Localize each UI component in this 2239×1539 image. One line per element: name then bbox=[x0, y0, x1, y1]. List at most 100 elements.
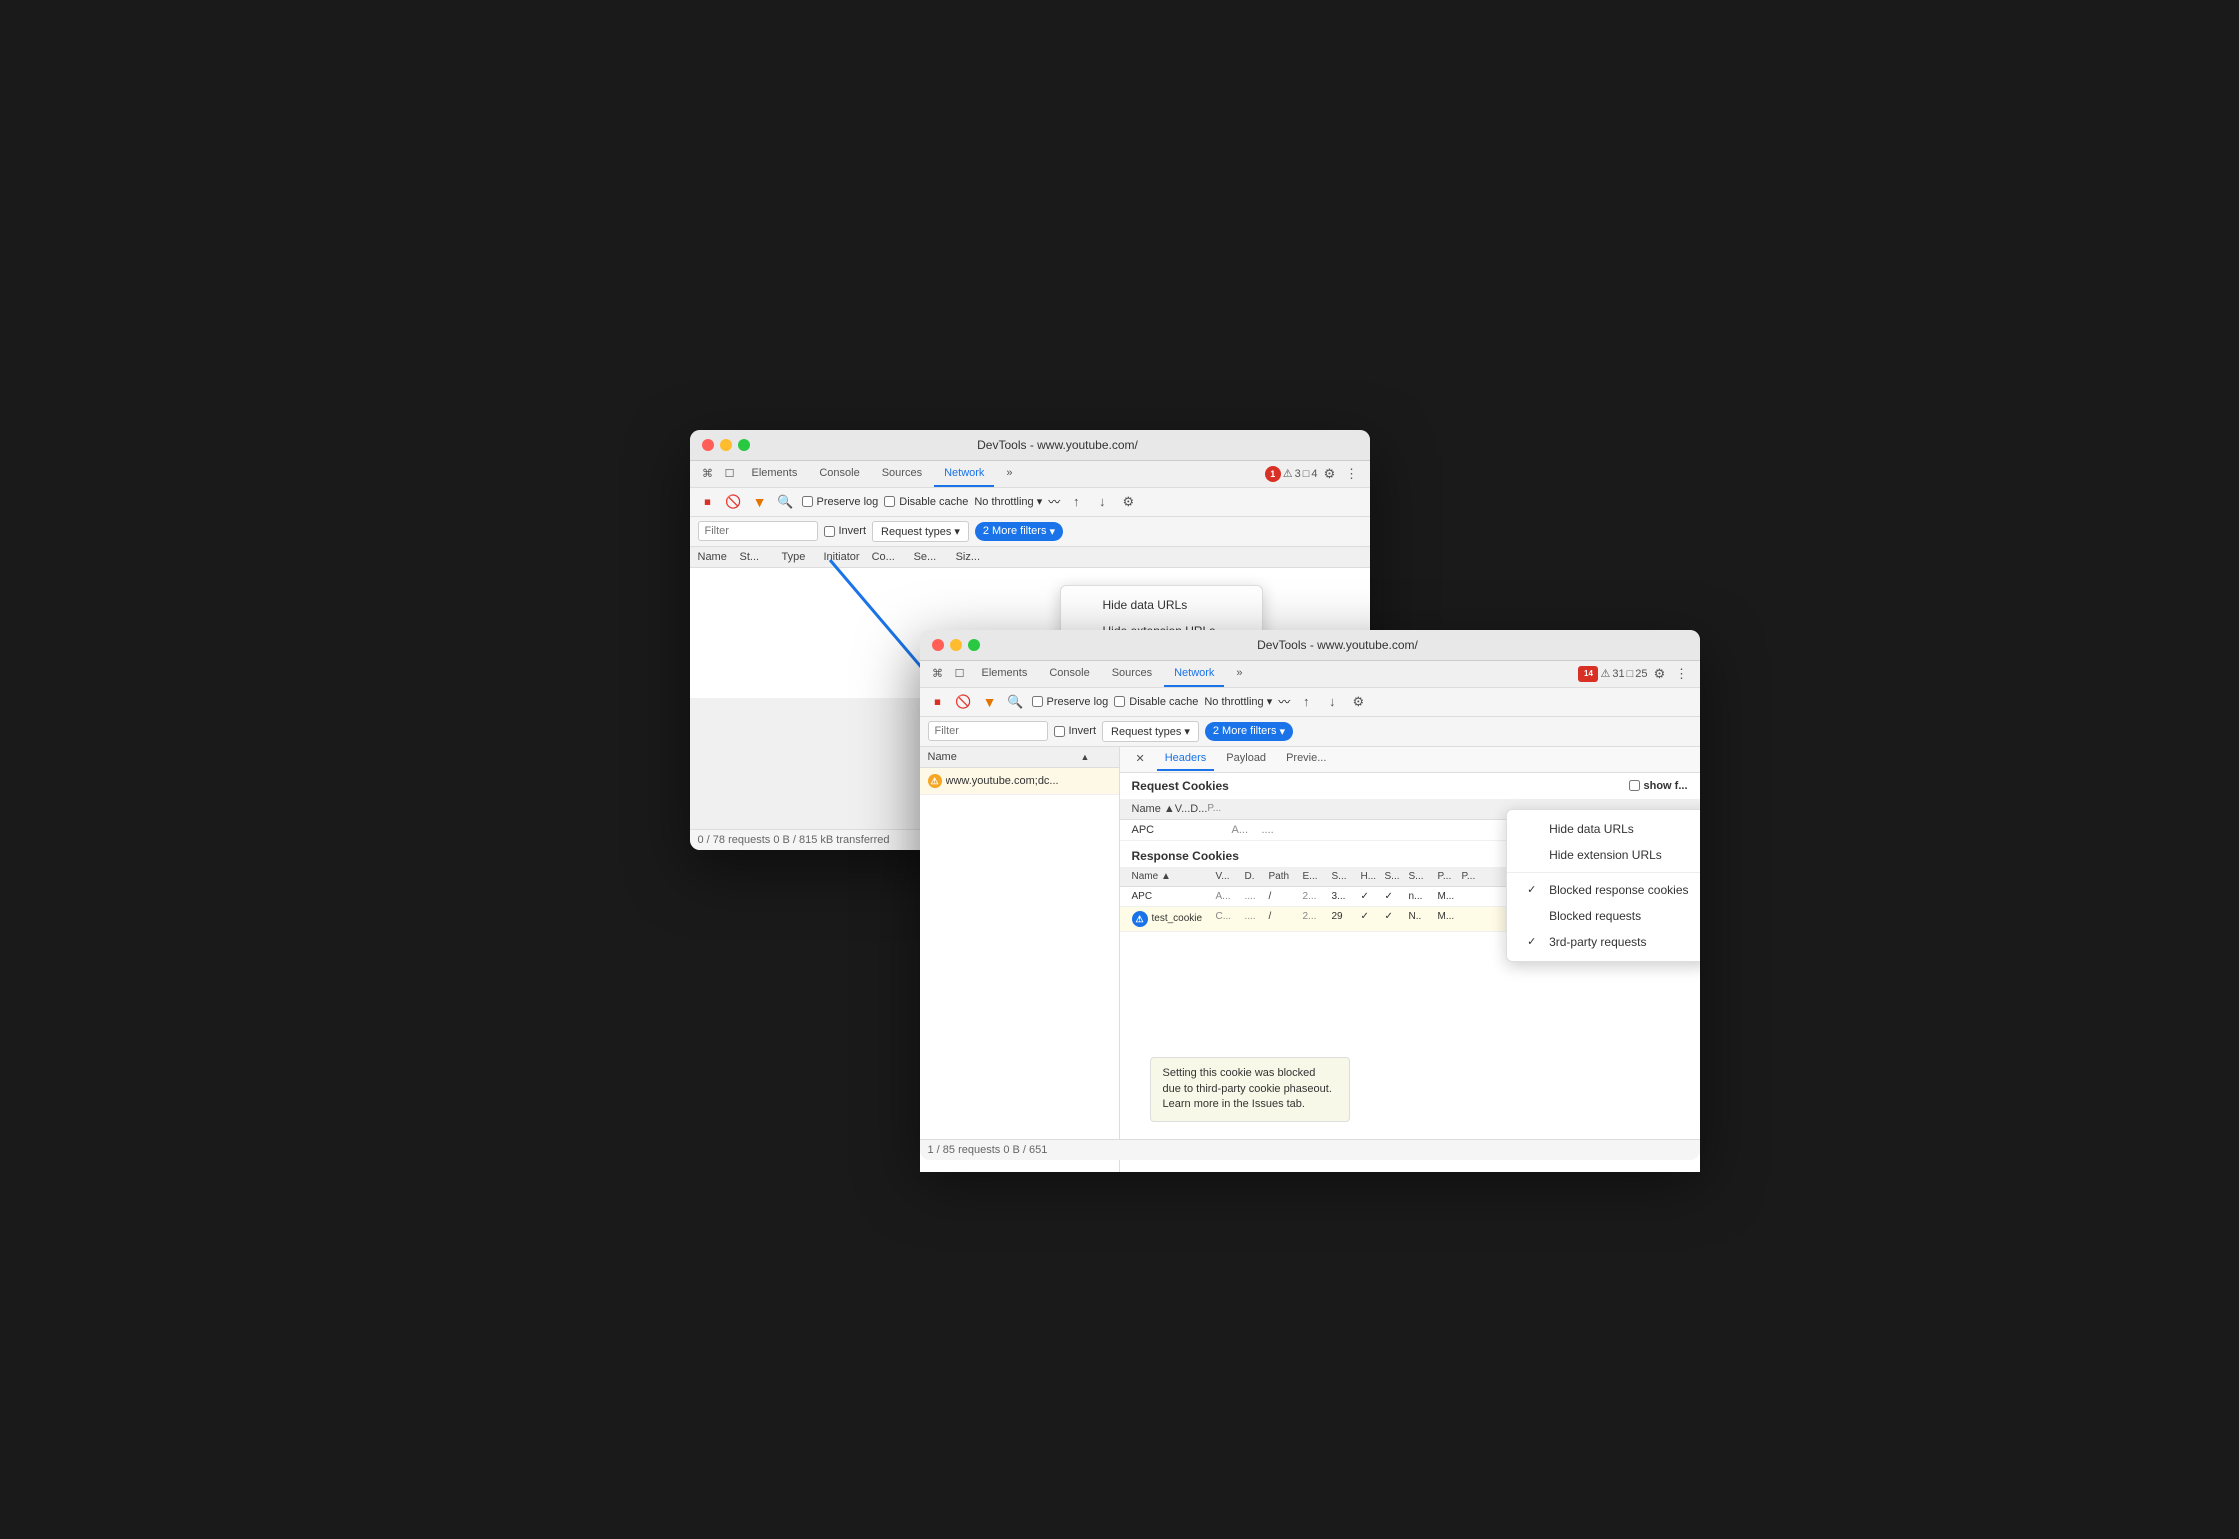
tab-network-front[interactable]: Network bbox=[1164, 661, 1224, 687]
panel-tab-payload[interactable]: Payload bbox=[1218, 747, 1274, 771]
warning-count-back: ⚠ 3 bbox=[1283, 467, 1301, 480]
panel-tab-close[interactable]: ✕ bbox=[1128, 747, 1153, 772]
settings-toolbar-back[interactable]: ⚙ bbox=[1118, 492, 1138, 512]
invert-checkbox-front[interactable]: Invert bbox=[1054, 725, 1097, 737]
more-icon-back[interactable]: ⋮ bbox=[1342, 464, 1362, 484]
tab-bar-back: ⌘ ☐ Elements Console Sources Network » 1… bbox=[690, 461, 1370, 488]
error-badge-back: 1 bbox=[1265, 466, 1281, 482]
warning-count-front: ⚠ 31 bbox=[1600, 667, 1624, 680]
tab-bar-front: ⌘ ☐ Elements Console Sources Network » 1… bbox=[920, 661, 1700, 688]
show-filtered-input[interactable] bbox=[1629, 780, 1640, 791]
tab-network-back[interactable]: Network bbox=[934, 461, 994, 487]
devtools-window-front: DevTools - www.youtube.com/ ⌘ ☐ Elements… bbox=[920, 630, 1700, 1160]
filter-input-back[interactable] bbox=[698, 521, 818, 541]
tab-console-back[interactable]: Console bbox=[809, 461, 869, 487]
device-tool-icon[interactable]: ☐ bbox=[720, 464, 740, 484]
panel-tab-headers[interactable]: Headers bbox=[1157, 747, 1215, 771]
menu-blocked-response-front[interactable]: ✓ Blocked response cookies bbox=[1507, 877, 1699, 903]
filter-bar-front: Invert Request types ▾ 2 More filters ▾ bbox=[920, 717, 1700, 747]
issue-count-front: □ 25 bbox=[1627, 668, 1648, 680]
request-types-button-back[interactable]: Request types ▾ bbox=[872, 521, 969, 542]
disable-cache-checkbox-back[interactable]: Disable cache bbox=[884, 496, 968, 508]
download-button-front[interactable]: ↓ bbox=[1322, 692, 1342, 712]
preserve-log-checkbox-back[interactable]: Preserve log bbox=[802, 496, 879, 508]
request-cookies-header: Request Cookies show f... bbox=[1120, 773, 1700, 799]
cookie-tooltip: Setting this cookie was blocked due to t… bbox=[1150, 1057, 1350, 1121]
invert-checkbox-back[interactable]: Invert bbox=[824, 525, 867, 537]
tab-more-front[interactable]: » bbox=[1226, 661, 1252, 687]
blocked-cookie-icon: ⚠ bbox=[1132, 911, 1148, 927]
traffic-lights-back[interactable] bbox=[702, 439, 750, 451]
clear-button-back[interactable]: 🚫 bbox=[724, 492, 744, 512]
menu-hide-data-urls-back[interactable]: Hide data URLs bbox=[1061, 592, 1262, 618]
upload-button-back[interactable]: ↑ bbox=[1066, 492, 1086, 512]
select-tool-icon[interactable]: ⌘ bbox=[698, 464, 718, 484]
settings-toolbar-front[interactable]: ⚙ bbox=[1348, 692, 1368, 712]
upload-button-front[interactable]: ↑ bbox=[1296, 692, 1316, 712]
maximize-button-front[interactable] bbox=[968, 639, 980, 651]
invert-input-front[interactable] bbox=[1054, 726, 1065, 737]
minimize-button-front[interactable] bbox=[950, 639, 962, 651]
panel-tabs-front: ✕ Headers Payload Previe... bbox=[1120, 747, 1700, 773]
menu-3rd-party-front[interactable]: ✓ 3rd-party requests bbox=[1507, 929, 1699, 955]
window-title-front: DevTools - www.youtube.com/ bbox=[988, 638, 1688, 652]
panel-tab-preview[interactable]: Previe... bbox=[1278, 747, 1334, 771]
issue-count-back: □ 4 bbox=[1303, 468, 1318, 480]
right-panel-front: ✕ Headers Payload Previe... Request Cook… bbox=[1120, 747, 1700, 1172]
record-button-back[interactable]: ⏹ bbox=[698, 492, 718, 512]
traffic-lights-front[interactable] bbox=[932, 639, 980, 651]
clear-button-front[interactable]: 🚫 bbox=[954, 692, 974, 712]
preserve-log-input-front[interactable] bbox=[1032, 696, 1043, 707]
close-button-front[interactable] bbox=[932, 639, 944, 651]
status-bar-front: 1 / 85 requests 0 B / 651 bbox=[920, 1139, 1700, 1160]
warning-icon-request: ⚠ bbox=[928, 774, 942, 788]
tab-sources-front[interactable]: Sources bbox=[1102, 661, 1162, 687]
settings-icon-back[interactable]: ⚙ bbox=[1320, 464, 1340, 484]
search-button-front[interactable]: 🔍 bbox=[1006, 692, 1026, 712]
show-filtered-checkbox[interactable]: show f... bbox=[1629, 780, 1688, 792]
filter-input-front[interactable] bbox=[928, 721, 1048, 741]
record-button-front[interactable]: ⏹ bbox=[928, 692, 948, 712]
title-bar-front: DevTools - www.youtube.com/ bbox=[920, 630, 1700, 661]
panel-area-front: Name ▲ ⚠ www.youtube.com;dc... ✕ Headers bbox=[920, 747, 1700, 1172]
filter-button-front[interactable]: ▼ bbox=[980, 692, 1000, 712]
more-filters-button-back[interactable]: 2 More filters ▾ bbox=[975, 522, 1063, 541]
throttle-select-front[interactable]: No throttling ▾ bbox=[1204, 695, 1272, 708]
tab-more-back[interactable]: » bbox=[996, 461, 1022, 487]
table-header-front: Name ▲ bbox=[920, 747, 1119, 768]
request-row-youtube[interactable]: ⚠ www.youtube.com;dc... bbox=[920, 768, 1119, 795]
dropdown-menu-front: Hide data URLs Hide extension URLs ✓ Blo… bbox=[1506, 809, 1699, 962]
tab-console-front[interactable]: Console bbox=[1039, 661, 1099, 687]
search-button-back[interactable]: 🔍 bbox=[776, 492, 796, 512]
menu-hide-extension-urls-front[interactable]: Hide extension URLs bbox=[1507, 842, 1699, 868]
preserve-log-checkbox-front[interactable]: Preserve log bbox=[1032, 696, 1109, 708]
disable-cache-input-back[interactable] bbox=[884, 496, 895, 507]
toolbar-front: ⏹ 🚫 ▼ 🔍 Preserve log Disable cache No th… bbox=[920, 688, 1700, 717]
window-title-back: DevTools - www.youtube.com/ bbox=[758, 438, 1358, 452]
throttle-select-back[interactable]: No throttling ▾ bbox=[974, 495, 1042, 508]
tab-elements-front[interactable]: Elements bbox=[972, 661, 1038, 687]
error-badge-front: 14 bbox=[1578, 666, 1598, 682]
download-button-back[interactable]: ↓ bbox=[1092, 492, 1112, 512]
device-tool-icon-front[interactable]: ☐ bbox=[950, 664, 970, 684]
close-button-back[interactable] bbox=[702, 439, 714, 451]
disable-cache-input-front[interactable] bbox=[1114, 696, 1125, 707]
request-types-button-front[interactable]: Request types ▾ bbox=[1102, 721, 1199, 742]
filter-bar-back: Invert Request types ▾ 2 More filters ▾ bbox=[690, 517, 1370, 547]
maximize-button-back[interactable] bbox=[738, 439, 750, 451]
more-filters-button-front[interactable]: 2 More filters ▾ bbox=[1205, 722, 1293, 741]
select-tool-icon-front[interactable]: ⌘ bbox=[928, 664, 948, 684]
disable-cache-checkbox-front[interactable]: Disable cache bbox=[1114, 696, 1198, 708]
menu-hide-data-urls-front[interactable]: Hide data URLs bbox=[1507, 816, 1699, 842]
table-header-back: Name St... Type Initiator Co... Se... Si… bbox=[690, 547, 1370, 568]
more-icon-front[interactable]: ⋮ bbox=[1672, 664, 1692, 684]
menu-divider-front bbox=[1507, 872, 1699, 873]
preserve-log-input-back[interactable] bbox=[802, 496, 813, 507]
menu-blocked-requests-front[interactable]: Blocked requests bbox=[1507, 903, 1699, 929]
invert-input-back[interactable] bbox=[824, 526, 835, 537]
settings-icon-front[interactable]: ⚙ bbox=[1650, 664, 1670, 684]
filter-button-back[interactable]: ▼ bbox=[750, 492, 770, 512]
tab-elements-back[interactable]: Elements bbox=[742, 461, 808, 487]
minimize-button-back[interactable] bbox=[720, 439, 732, 451]
tab-sources-back[interactable]: Sources bbox=[872, 461, 932, 487]
